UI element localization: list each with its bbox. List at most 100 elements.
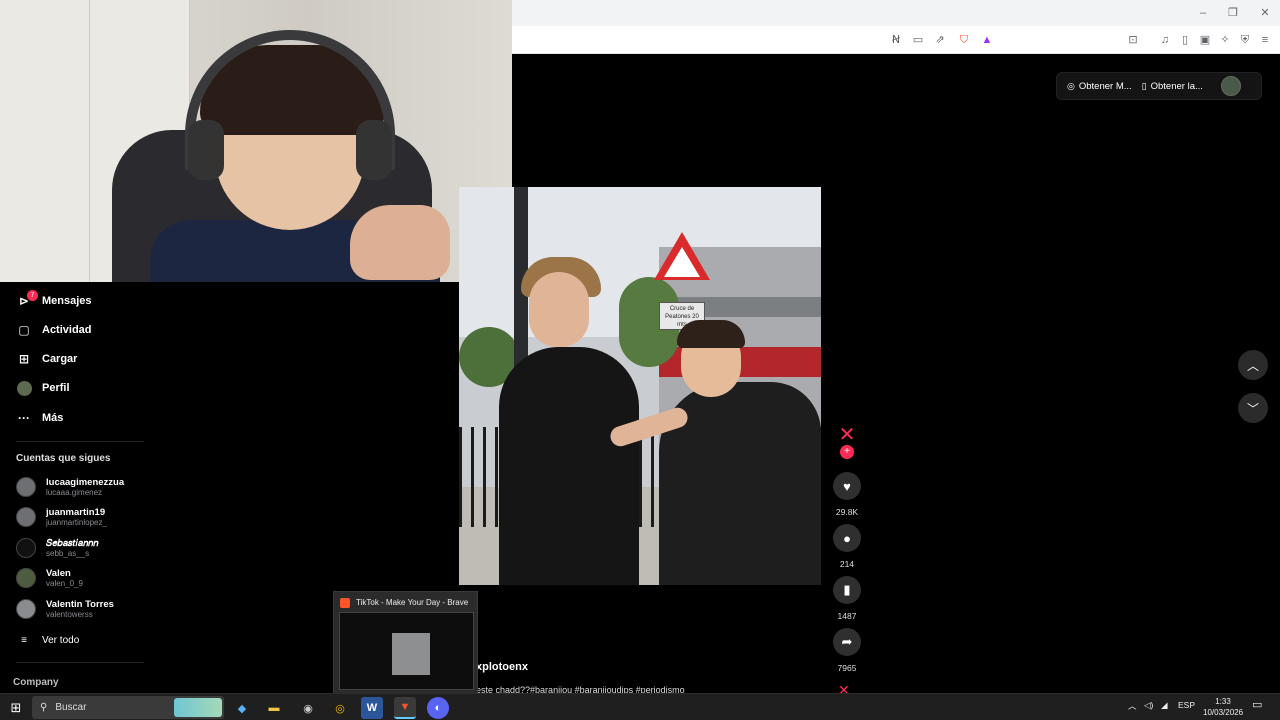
bookmark-icon: ▮ bbox=[843, 582, 851, 597]
discord-icon[interactable]: ◐ bbox=[427, 697, 449, 719]
headset-ear bbox=[356, 120, 392, 180]
account-name: Valentin Torres bbox=[46, 599, 114, 610]
inbox-icon: ▢ bbox=[18, 323, 30, 337]
file-explorer-icon[interactable]: ▬ bbox=[263, 697, 285, 719]
more-icon: ··· bbox=[18, 411, 30, 425]
preview-title: TikTok - Make Your Day - Brave bbox=[356, 598, 469, 607]
taskbar-search[interactable]: ⚲ Buscar bbox=[32, 696, 224, 719]
following-account[interactable]: juanmartin19 juanmartinlopez_ bbox=[16, 504, 107, 530]
media-icon[interactable]: ♫ bbox=[1158, 33, 1172, 47]
previous-video-button[interactable]: ︿ bbox=[1238, 350, 1268, 380]
share-icon[interactable]: ⇗ bbox=[933, 33, 947, 47]
video-author[interactable]: xplotoenx bbox=[476, 661, 528, 673]
chevron-down-icon: ﹀ bbox=[1246, 401, 1259, 416]
language-indicator[interactable]: ESP bbox=[1178, 700, 1195, 710]
start-button[interactable]: ⊞ bbox=[5, 697, 27, 719]
brave-icon bbox=[340, 598, 350, 608]
nav-label: Perfil bbox=[42, 382, 70, 394]
menu-icon[interactable]: ≡ bbox=[1258, 33, 1272, 47]
save-count: 1487 bbox=[837, 611, 857, 621]
account-name: lucaagimenezzua bbox=[46, 477, 125, 488]
app-icon: ◎ bbox=[1067, 80, 1075, 91]
account-name: juanmartin19 bbox=[46, 507, 106, 518]
see-all-button[interactable]: ≡ Ver todo bbox=[16, 630, 79, 650]
interviewer-face bbox=[529, 272, 589, 347]
account-handle: lucaaa.gimenez bbox=[46, 488, 103, 497]
follow-plus-icon[interactable]: + bbox=[840, 445, 854, 459]
get-app-button[interactable]: ◎ Obtener M... bbox=[1067, 81, 1132, 92]
following-account[interactable]: Valen valen_0_9 bbox=[16, 565, 83, 591]
following-account[interactable]: lucaagimenezzua lucaaa.gimenez bbox=[16, 474, 124, 500]
heart-icon: ♥ bbox=[843, 478, 851, 494]
video-player[interactable]: Cruce de Peatones 20 mts bbox=[459, 187, 821, 585]
chevron-up-icon: ︿ bbox=[1246, 358, 1259, 373]
messages-badge: 7 bbox=[27, 290, 38, 301]
preview-video bbox=[392, 633, 430, 675]
get-app-label: Obtener M... bbox=[1078, 80, 1132, 92]
translate-icon[interactable]: Ꞥ bbox=[889, 33, 903, 47]
webcam-overlay bbox=[0, 0, 512, 282]
chrome-icon[interactable]: ◎ bbox=[329, 697, 351, 719]
device-icon: ▯ bbox=[1141, 80, 1147, 91]
streamer-hand bbox=[350, 205, 450, 280]
creator-avatar[interactable]: ✕ bbox=[836, 424, 858, 446]
nav-perfil[interactable]: Perfil bbox=[16, 378, 70, 398]
interviewee-hair bbox=[677, 320, 745, 348]
following-account[interactable]: Valentin Torres valentowerss bbox=[16, 596, 114, 622]
account-handle: sebb_as__s bbox=[46, 549, 90, 558]
list-icon: ≡ bbox=[21, 634, 27, 646]
browser-titlebar: – ❐ ✕ bbox=[512, 0, 1280, 26]
minimize-button[interactable]: – bbox=[1192, 5, 1214, 21]
next-video-button[interactable]: ﹀ bbox=[1238, 393, 1268, 423]
comment-button[interactable]: ● bbox=[833, 524, 861, 552]
pedestrian-sign-inner bbox=[664, 247, 700, 277]
share-button[interactable]: ➦ bbox=[833, 628, 861, 656]
headset-ear bbox=[188, 120, 224, 180]
search-icon: ⚲ bbox=[40, 702, 48, 713]
share-arrow-icon: ➦ bbox=[841, 634, 853, 649]
brave-rewards-icon[interactable]: ▲ bbox=[980, 33, 994, 47]
wallet-icon[interactable]: ▣ bbox=[1198, 33, 1212, 47]
clock[interactable]: 1:33 10/03/2026 bbox=[1203, 696, 1243, 718]
save-button[interactable]: ▮ bbox=[833, 576, 861, 604]
like-button[interactable]: ♥ bbox=[833, 472, 861, 500]
close-button[interactable]: ✕ bbox=[1254, 5, 1276, 21]
taskbar-window-preview[interactable]: TikTok - Make Your Day - Brave bbox=[333, 591, 478, 694]
brave-shields-icon[interactable]: ⛉ bbox=[957, 33, 971, 47]
interviewer bbox=[499, 347, 639, 585]
copilot-icon[interactable]: ◆ bbox=[231, 697, 253, 719]
tray-chevron-icon[interactable]: ︿ bbox=[1128, 700, 1137, 712]
sidebar-icon[interactable]: ▯ bbox=[1178, 33, 1192, 47]
search-highlight-icon bbox=[174, 698, 222, 717]
network-icon[interactable]: ◢ bbox=[1161, 700, 1168, 711]
comment-count: 214 bbox=[839, 559, 855, 569]
brave-taskbar-icon[interactable]: ▼ bbox=[394, 697, 416, 719]
nav-actividad[interactable]: ▢ Actividad bbox=[16, 320, 91, 340]
leo-icon[interactable]: ✧ bbox=[1218, 33, 1232, 47]
screenshot-icon[interactable]: ⊡ bbox=[1126, 33, 1140, 47]
following-account[interactable]: 𝑆𝑒𝑏𝑎𝑠𝑡𝑖𝑎𝑛𝑛𝑛 sebb_as__s bbox=[16, 535, 98, 561]
get-desktop-label: Obtener la... bbox=[1150, 80, 1203, 92]
nav-label: Mensajes bbox=[42, 295, 92, 307]
volume-icon[interactable]: ◁) bbox=[1144, 700, 1153, 711]
word-icon[interactable]: W bbox=[361, 697, 383, 719]
comment-icon: ● bbox=[843, 530, 851, 546]
account-name: 𝑆𝑒𝑏𝑎𝑠𝑡𝑖𝑎𝑛𝑛𝑛 bbox=[46, 538, 99, 549]
notification-icon[interactable]: ▭ bbox=[1252, 698, 1262, 711]
clock-date: 10/03/2026 bbox=[1203, 708, 1244, 717]
avatar bbox=[16, 568, 36, 588]
nav-divider bbox=[16, 662, 144, 663]
nav-cargar[interactable]: ⊞ Cargar bbox=[16, 349, 78, 369]
wardrobe-door bbox=[0, 0, 90, 282]
nav-mas[interactable]: ··· Más bbox=[16, 408, 63, 428]
profile-avatar[interactable] bbox=[1220, 76, 1241, 96]
cast-icon[interactable]: ▭ bbox=[911, 33, 925, 47]
share-count: 7965 bbox=[837, 663, 857, 673]
vpn-icon[interactable]: ⛨ bbox=[1238, 33, 1252, 47]
nav-label: Cargar bbox=[42, 353, 78, 365]
maximize-button[interactable]: ❐ bbox=[1222, 5, 1244, 21]
obs-icon[interactable]: ◉ bbox=[297, 697, 319, 719]
company-link[interactable]: Company bbox=[13, 677, 59, 688]
avatar bbox=[16, 507, 36, 527]
get-desktop-button[interactable]: ▯ Obtener la... bbox=[1142, 81, 1203, 92]
